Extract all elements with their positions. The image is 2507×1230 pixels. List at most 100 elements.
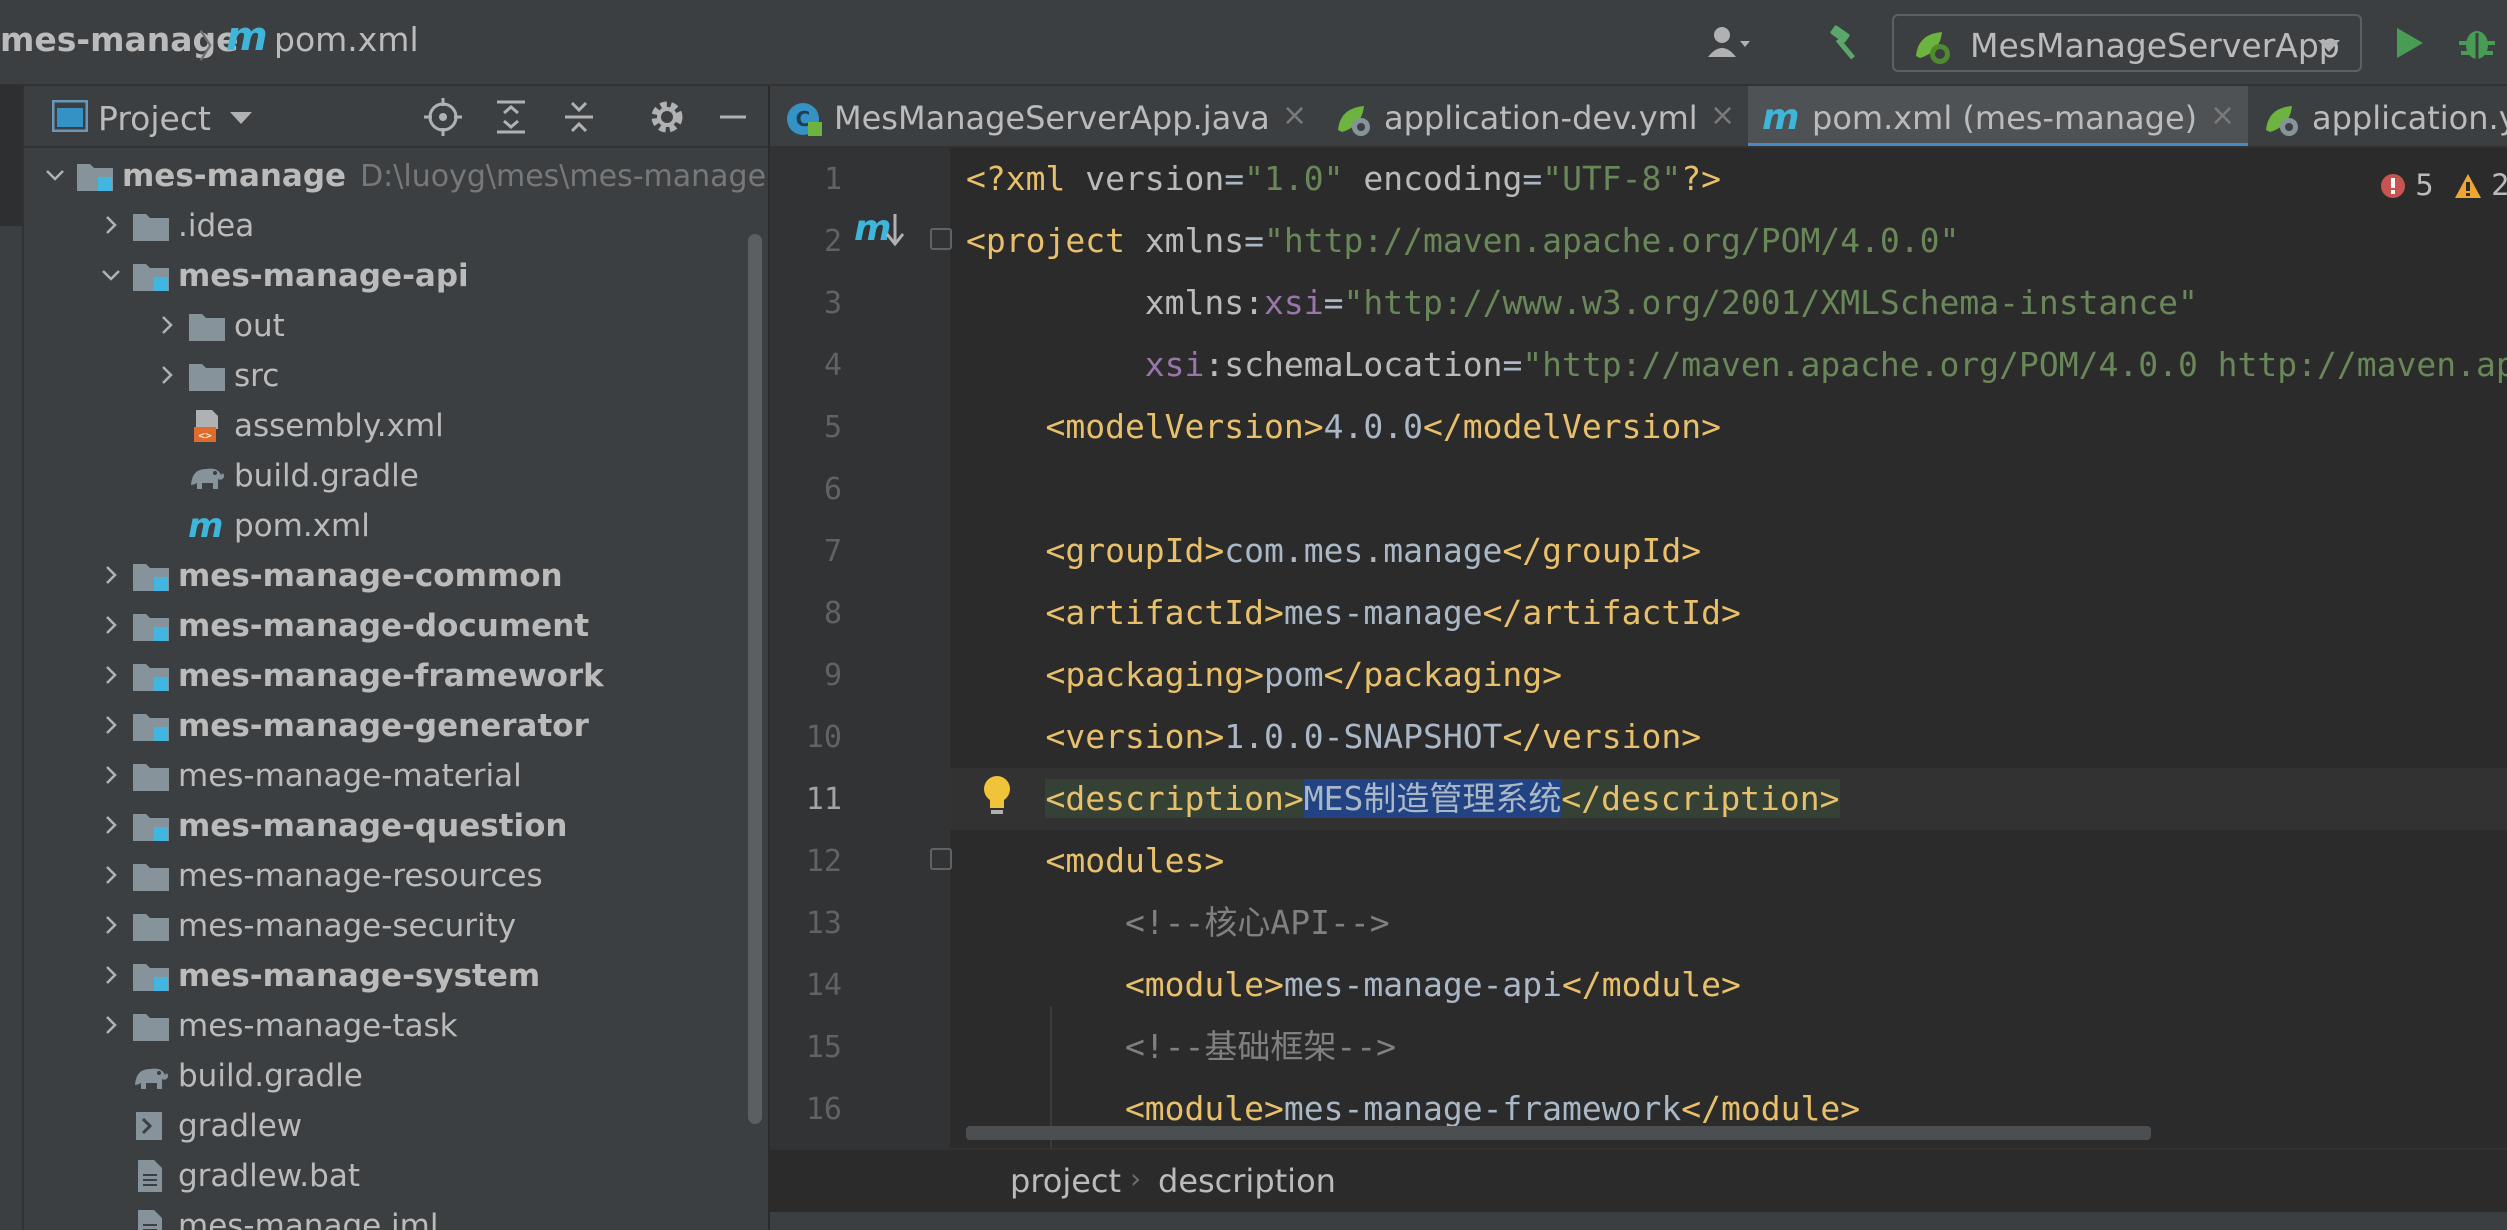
code-line[interactable]: <description>MES制造管理系统</description>: [966, 768, 1840, 830]
editor-tab[interactable]: m pom.xml (mes-manage) ×: [1748, 86, 2248, 146]
code-line[interactable]: <version>1.0.0-SNAPSHOT</version>: [966, 706, 1701, 768]
code-editor[interactable]: m <?xml version="1.0" encoding="UTF-8"?>…: [770, 148, 2507, 1148]
code-line[interactable]: <project xmlns="http://maven.apache.org/…: [966, 210, 1959, 272]
tree-item-name: mes-manage-common: [178, 558, 563, 594]
spring-yml-icon: [1334, 100, 1374, 136]
tree-item[interactable]: build.gradle: [24, 452, 744, 502]
project-tool-tab[interactable]: [0, 86, 22, 226]
tree-item[interactable]: <> assembly.xml: [24, 402, 744, 452]
tree-item[interactable]: mes-manage-generator: [24, 702, 744, 752]
chevron-right-icon[interactable]: [96, 660, 126, 690]
fold-marker-icon[interactable]: [930, 228, 952, 250]
code-line[interactable]: <!--基础框架-->: [966, 1016, 1396, 1078]
code-token: xsi: [1264, 283, 1324, 322]
locate-target-icon[interactable]: [420, 94, 466, 140]
tree-item[interactable]: build.gradle: [24, 1052, 744, 1102]
code-line[interactable]: <modules>: [966, 830, 1224, 892]
tree-item[interactable]: mes-manage-document: [24, 602, 744, 652]
chevron-right-icon[interactable]: [96, 810, 126, 840]
chevron-right-icon[interactable]: [96, 860, 126, 890]
code-line[interactable]: <modelVersion>4.0.0</modelVersion>: [966, 396, 1721, 458]
chevron-right-icon[interactable]: [96, 210, 126, 240]
chevron-right-icon[interactable]: [96, 910, 126, 940]
tree-item[interactable]: out: [24, 302, 744, 352]
chevron-right-icon[interactable]: [96, 760, 126, 790]
tree-item[interactable]: mes-manage-question: [24, 802, 744, 852]
code-line[interactable]: xmlns:xsi="http://www.w3.org/2001/XMLSch…: [966, 272, 2198, 334]
code-line[interactable]: <groupId>com.mes.manage</groupId>: [966, 520, 1701, 582]
breadcrumb-description[interactable]: description: [1158, 1162, 1336, 1200]
editor-tab[interactable]: application-dev.yml ×: [1320, 86, 1748, 146]
tree-item[interactable]: src: [24, 352, 744, 402]
line-number: 16: [805, 1092, 842, 1127]
debug-bug-icon[interactable]: [2452, 18, 2502, 68]
tree-item[interactable]: mes-manage-common: [24, 552, 744, 602]
tree-item[interactable]: mes-manage.iml: [24, 1202, 744, 1230]
line-number: 1: [823, 162, 842, 197]
tree-item[interactable]: m pom.xml: [24, 502, 744, 552]
error-count[interactable]: 5: [2380, 168, 2434, 202]
chevron-right-icon[interactable]: [96, 960, 126, 990]
code-line[interactable]: xsi:schemaLocation="http://maven.apache.…: [966, 334, 2507, 396]
project-tree-scrollbar[interactable]: [744, 152, 762, 1202]
chevron-right-icon[interactable]: [96, 710, 126, 740]
tree-item[interactable]: mes-manage-framework: [24, 652, 744, 702]
minimize-icon[interactable]: [710, 94, 756, 140]
code-token: </modelVersion>: [1422, 407, 1721, 446]
spring-boot-icon: [1916, 32, 1950, 64]
run-icon[interactable]: [2384, 18, 2434, 68]
chevron-down-icon[interactable]: [230, 112, 252, 124]
expand-all-icon[interactable]: [488, 94, 534, 140]
chevron-right-icon[interactable]: [96, 1010, 126, 1040]
tree-item-label: pom.xml: [234, 508, 370, 544]
chevron-right-icon[interactable]: [152, 310, 182, 340]
tree-item-name: assembly.xml: [234, 408, 444, 444]
line-number: 13: [805, 906, 842, 941]
close-icon[interactable]: ×: [1710, 98, 1735, 133]
fold-marker-icon[interactable]: [930, 848, 952, 870]
build-hammer-icon[interactable]: [1820, 18, 1870, 68]
chevron-down-icon[interactable]: [96, 260, 126, 290]
code-token: <!--基础框架-->: [966, 1027, 1397, 1066]
close-icon[interactable]: ×: [2210, 98, 2235, 133]
tree-item[interactable]: gradlew: [24, 1102, 744, 1152]
tree-item[interactable]: mes-manage-material: [24, 752, 744, 802]
code-line[interactable]: <packaging>pom</packaging>: [966, 644, 1562, 706]
editor-tab-label: pom.xml (mes-manage): [1812, 99, 2198, 137]
tree-item[interactable]: mes-manage-system: [24, 952, 744, 1002]
collapse-all-icon[interactable]: [556, 94, 602, 140]
close-icon[interactable]: ×: [1282, 98, 1307, 133]
editor-tab[interactable]: application.yml×: [2248, 86, 2507, 146]
gear-icon[interactable]: [644, 94, 690, 140]
editor-horizontal-scrollbar[interactable]: [966, 1126, 2151, 1140]
run-configuration-selector[interactable]: MesManageServerApp: [1892, 14, 2362, 72]
code-line[interactable]: <?xml version="1.0" encoding="UTF-8"?>: [966, 148, 1721, 210]
user-icon[interactable]: [1704, 18, 1754, 68]
scrollbar-thumb[interactable]: [748, 234, 762, 1124]
tree-item[interactable]: mes-manage-api: [24, 252, 744, 302]
tree-item-name: mes-manage.iml: [178, 1208, 439, 1230]
breadcrumb-project[interactable]: project: [1010, 1162, 1121, 1200]
tree-item[interactable]: mes-manage-resources: [24, 852, 744, 902]
tree-item[interactable]: gradlew.bat: [24, 1152, 744, 1202]
chevron-right-icon[interactable]: [152, 360, 182, 390]
line-number: 11: [805, 782, 842, 817]
warning-count[interactable]: 2: [2454, 168, 2507, 202]
tree-item[interactable]: .idea: [24, 202, 744, 252]
error-count-value: 5: [2415, 168, 2434, 202]
project-panel-title[interactable]: Project: [98, 99, 211, 138]
folder-icon: [132, 209, 170, 243]
code-line[interactable]: <artifactId>mes-manage</artifactId>: [966, 582, 1740, 644]
nav-crumb-file[interactable]: pom.xml: [274, 20, 419, 59]
chevron-right-icon[interactable]: [96, 610, 126, 640]
tree-item-path: D:\luoyg\mes\mes-manage: [360, 159, 767, 194]
chevron-right-icon[interactable]: [96, 560, 126, 590]
code-line[interactable]: <module>mes-manage-api</module>: [966, 954, 1741, 1016]
code-token: <project: [966, 221, 1145, 260]
editor-tab[interactable]: C MesManageServerApp.java ×: [770, 86, 1320, 146]
code-line[interactable]: <!--核心API-->: [966, 892, 1390, 954]
chevron-down-icon[interactable]: [40, 160, 70, 190]
tree-item[interactable]: mes-manage D:\luoyg\mes\mes-manage: [24, 152, 766, 202]
tree-item[interactable]: mes-manage-security: [24, 902, 744, 952]
tree-item[interactable]: mes-manage-task: [24, 1002, 744, 1052]
